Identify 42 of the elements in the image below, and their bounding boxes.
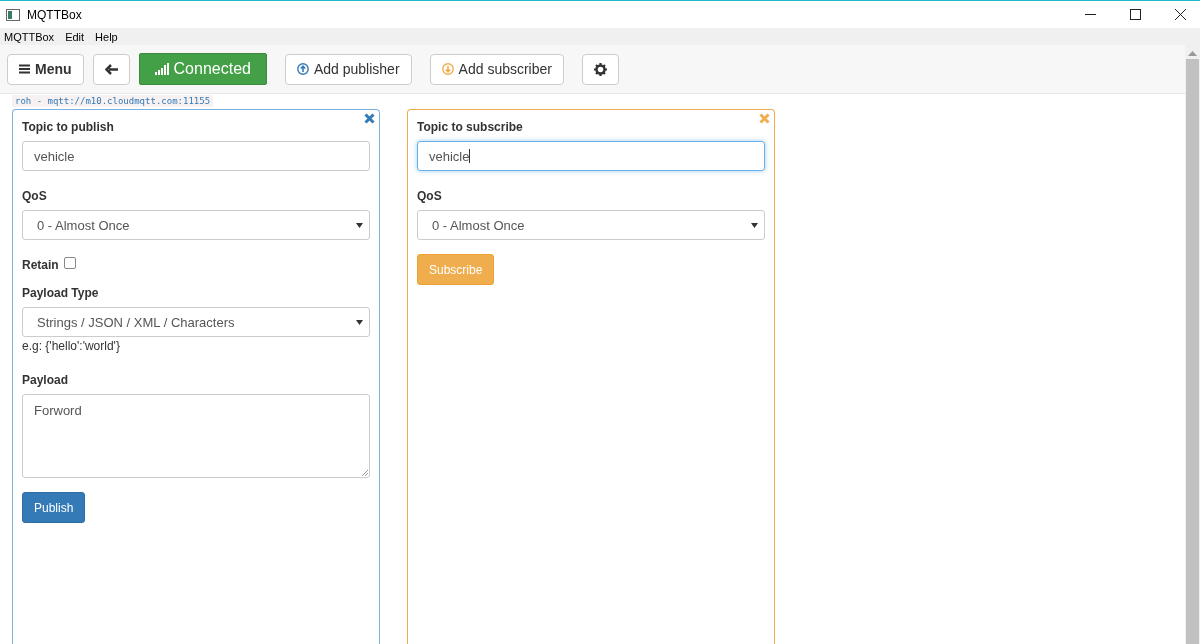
dropdown-caret-icon — [751, 222, 758, 228]
close-icon[interactable] — [1175, 9, 1186, 20]
add-publisher-button[interactable]: Add publisher — [284, 53, 412, 85]
hint-text: e.g: {'hello':'world'} — [22, 339, 121, 353]
text-area[interactable]: Forword — [22, 394, 370, 478]
dropdown-caret-icon — [356, 222, 363, 228]
window-title: MQTTBox — [27, 7, 82, 22]
left-arrow-icon — [104, 63, 118, 75]
field-label: Topic to subscribe — [417, 120, 524, 134]
field-label: Topic to publish — [22, 120, 115, 134]
menu-item[interactable]: Help — [95, 30, 118, 43]
field-label: Payload — [22, 373, 70, 387]
input-field[interactable]: vehicle — [417, 141, 765, 171]
signal-bars-icon — [154, 63, 169, 75]
publish-button[interactable]: Publish — [22, 492, 86, 523]
resize-grip-icon[interactable] — [361, 469, 368, 476]
app-icon — [6, 8, 20, 21]
scrollbar[interactable] — [1185, 45, 1200, 644]
menu-item[interactable]: Edit — [65, 30, 85, 43]
connection-label: roh - mqtt://m10.cloudmqtt.com:11155 — [12, 95, 214, 107]
maximize-icon[interactable] — [1130, 9, 1141, 20]
input-field[interactable]: vehicle — [22, 141, 370, 171]
dropdown[interactable]: 0 - Almost Once — [417, 210, 765, 240]
up-arrow-circle-icon — [296, 63, 309, 75]
settings-icon — [593, 62, 607, 76]
dropdown[interactable]: 0 - Almost Once — [22, 210, 370, 240]
back-button[interactable] — [92, 53, 130, 85]
field-label: Payload Type — [22, 286, 100, 300]
scroll-up-icon[interactable] — [1188, 51, 1197, 56]
field-label: QoS — [417, 189, 443, 203]
checkbox[interactable] — [63, 257, 76, 269]
dropdown[interactable]: Strings / JSON / XML / Characters — [22, 307, 370, 337]
down-arrow-circle-icon — [441, 63, 454, 75]
menu-icon — [19, 64, 30, 74]
dropdown-caret-icon — [356, 319, 363, 325]
settings-button[interactable] — [581, 53, 619, 85]
menu-item[interactable]: MQTTBox — [4, 30, 55, 43]
menu-button[interactable]: Menu — [7, 53, 84, 85]
field-label: Retain — [22, 258, 59, 272]
field-label: QoS — [22, 189, 48, 203]
add-subscriber-button[interactable]: Add subscriber — [429, 53, 564, 85]
scrollbar-thumb[interactable] — [1186, 59, 1199, 644]
